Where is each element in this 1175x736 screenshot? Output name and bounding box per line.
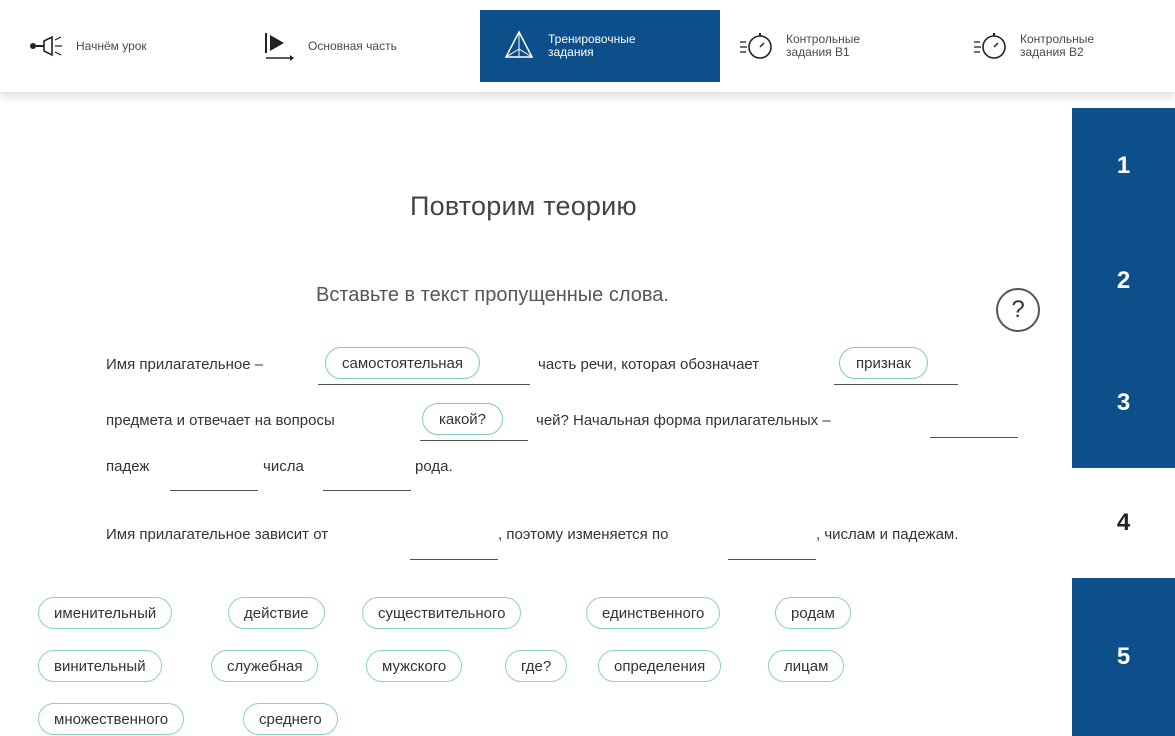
play-icon: [260, 27, 298, 65]
filled-answer[interactable]: самостоятельная: [325, 347, 481, 379]
side-tab-4[interactable]: 4: [1072, 468, 1175, 578]
text-fragment: , числам и падежам.: [816, 526, 959, 543]
nav-start-lesson[interactable]: Начнём урок: [28, 10, 147, 82]
pyramid-icon: [500, 27, 538, 65]
word-chip[interactable]: существительного: [362, 597, 522, 629]
help-icon[interactable]: ?: [996, 288, 1040, 332]
stopwatch-icon: [972, 27, 1010, 65]
word-chip[interactable]: действие: [228, 597, 325, 629]
text-fragment: , поэтому изменяется по: [498, 526, 669, 543]
blank-input[interactable]: [728, 558, 816, 560]
nav-label: Контрольные задания В1: [786, 32, 861, 59]
stopwatch-icon: [738, 27, 776, 65]
nav-label: Начнём урок: [76, 38, 147, 53]
word-chip[interactable]: среднего: [243, 703, 338, 735]
word-chip[interactable]: множественного: [38, 703, 185, 735]
task-instruction: Вставьте в текст пропущенные слова.: [316, 284, 669, 306]
nav-control-tasks-b2[interactable]: Контрольные задания В2: [972, 10, 1100, 82]
text-fragment: часть речи, которая обозначает: [538, 356, 760, 373]
side-tab-5[interactable]: 5: [1072, 578, 1175, 736]
side-tab-3[interactable]: 3: [1072, 338, 1175, 468]
word-chip[interactable]: родам: [775, 597, 851, 629]
word-chip[interactable]: где?: [505, 650, 568, 682]
nav-label: Основная часть: [308, 38, 397, 53]
page-title: Повторим теорию: [410, 191, 637, 221]
blank-input[interactable]: [410, 558, 498, 560]
text-fragment: падеж: [106, 458, 150, 475]
blank-input[interactable]: [170, 489, 258, 491]
top-navigation: Начнём урок Основная часть Тренировочные…: [0, 0, 1175, 93]
side-tab-2[interactable]: 2: [1072, 223, 1175, 338]
megaphone-icon: [28, 27, 66, 65]
blank-input[interactable]: [323, 489, 411, 491]
side-tab-1[interactable]: 1: [1072, 108, 1175, 223]
nav-training-tasks[interactable]: Тренировочные задания: [480, 10, 720, 82]
filled-answer[interactable]: какой?: [422, 403, 504, 435]
text-fragment: Имя прилагательное зависит от: [106, 526, 329, 543]
word-chip[interactable]: служебная: [211, 650, 319, 682]
text-fragment: предмета и отвечает на вопросы: [106, 412, 335, 429]
nav-control-tasks-b1[interactable]: Контрольные задания В1: [738, 10, 866, 82]
blank-underline: [834, 383, 958, 385]
nav-label: Контрольные задания В2: [1020, 32, 1095, 59]
word-chip[interactable]: определения: [598, 650, 722, 682]
word-chip[interactable]: именительный: [38, 597, 173, 629]
nav-main-part[interactable]: Основная часть: [260, 10, 397, 82]
blank-underline: [318, 383, 530, 385]
blank-input[interactable]: [930, 436, 1018, 438]
text-fragment: рода.: [415, 458, 453, 475]
text-fragment: Имя прилагательное –: [106, 356, 264, 373]
word-chip[interactable]: мужского: [366, 650, 463, 682]
filled-answer[interactable]: признак: [839, 347, 928, 379]
text-fragment: числа: [263, 458, 304, 475]
text-fragment: чей? Начальная форма прилагательных –: [536, 412, 831, 429]
blank-underline: [420, 439, 528, 441]
word-chip[interactable]: лицам: [768, 650, 845, 682]
nav-label: Тренировочные задания: [548, 32, 636, 59]
word-chip[interactable]: единственного: [586, 597, 721, 629]
word-chip[interactable]: винительный: [38, 650, 162, 682]
